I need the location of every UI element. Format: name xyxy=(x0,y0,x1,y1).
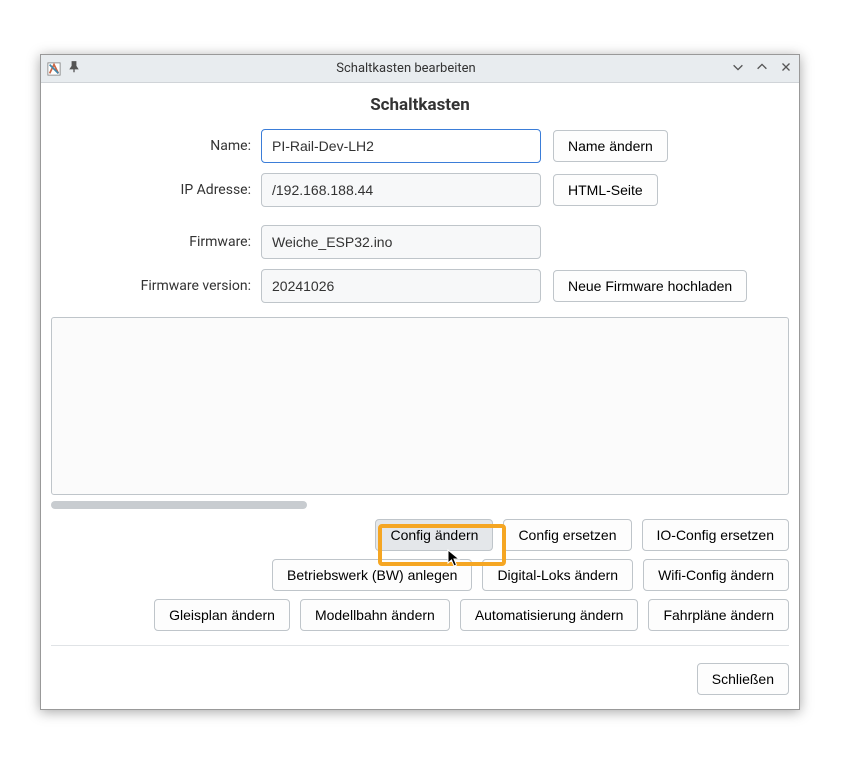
trackplan-button[interactable]: Gleisplan ändern xyxy=(154,599,290,631)
maximize-icon[interactable] xyxy=(755,60,769,78)
html-page-button[interactable]: HTML-Seite xyxy=(553,174,658,206)
titlebar: Schaltkasten bearbeiten xyxy=(41,55,799,83)
dialog-window: Schaltkasten bearbeiten Schaltkasten Nam… xyxy=(40,54,800,710)
schedules-button[interactable]: Fahrpläne ändern xyxy=(648,599,789,631)
firmware-label: Firmware: xyxy=(51,234,261,250)
firmware-input[interactable] xyxy=(261,225,541,259)
log-textarea[interactable] xyxy=(51,317,789,495)
io-config-replace-button[interactable]: IO-Config ersetzen xyxy=(642,519,790,551)
close-icon[interactable] xyxy=(779,60,793,78)
minimize-icon[interactable] xyxy=(731,60,745,78)
firmware-version-input[interactable] xyxy=(261,269,541,303)
bw-create-button[interactable]: Betriebswerk (BW) anlegen xyxy=(272,559,472,591)
digital-loks-button[interactable]: Digital-Loks ändern xyxy=(482,559,633,591)
window-title: Schaltkasten bearbeiten xyxy=(81,61,731,76)
automation-button[interactable]: Automatisierung ändern xyxy=(460,599,639,631)
page-title: Schaltkasten xyxy=(51,95,789,115)
horizontal-scrollbar[interactable] xyxy=(51,501,307,509)
firmware-version-label: Firmware version: xyxy=(51,278,261,294)
config-edit-button[interactable]: Config ändern xyxy=(375,519,493,551)
dialog-content: Schaltkasten Name: Name ändern IP Adress… xyxy=(41,83,799,663)
name-input[interactable] xyxy=(261,129,541,163)
config-replace-button[interactable]: Config ersetzen xyxy=(503,519,631,551)
pin-icon[interactable] xyxy=(67,60,81,78)
name-label: Name: xyxy=(51,138,261,154)
upload-firmware-button[interactable]: Neue Firmware hochladen xyxy=(553,270,747,302)
log-area-wrap xyxy=(51,317,789,509)
separator xyxy=(51,645,789,646)
close-button[interactable]: Schließen xyxy=(697,663,789,695)
app-icon xyxy=(47,62,61,76)
ip-input[interactable] xyxy=(261,173,541,207)
wifi-config-button[interactable]: Wifi-Config ändern xyxy=(643,559,789,591)
rename-button[interactable]: Name ändern xyxy=(553,130,668,162)
modelrail-button[interactable]: Modellbahn ändern xyxy=(300,599,450,631)
ip-label: IP Adresse: xyxy=(51,182,261,198)
